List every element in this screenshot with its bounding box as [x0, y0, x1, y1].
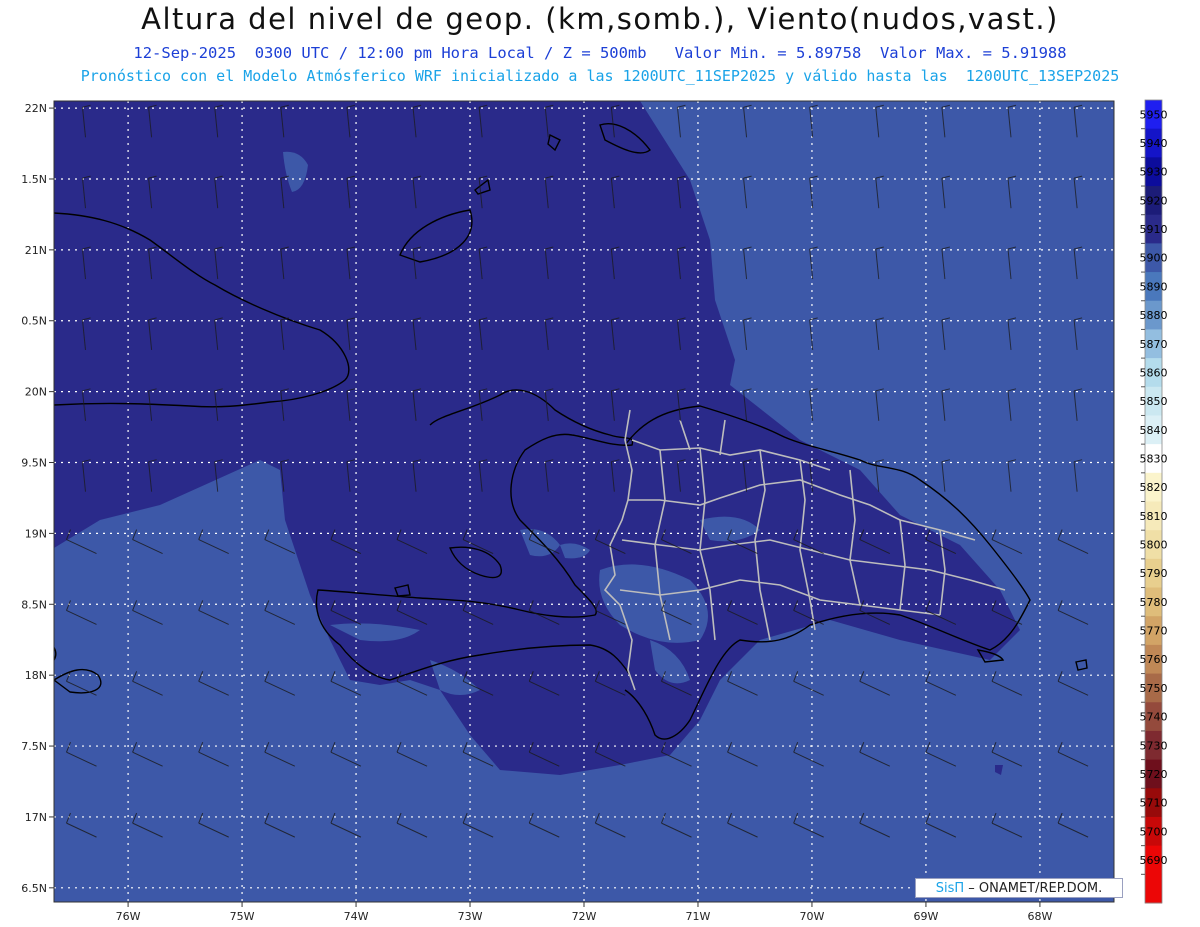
colorbar-label: 5770: [1140, 625, 1168, 638]
colorbar-label: 5930: [1140, 166, 1168, 179]
colorbar-label: 5900: [1140, 252, 1168, 265]
colorbar-label: 5690: [1140, 854, 1168, 867]
colorbar-label: 5950: [1140, 108, 1168, 121]
colorbar-label: 5850: [1140, 395, 1168, 408]
colorbar-label: 5800: [1140, 539, 1168, 552]
colorbar-label: 5840: [1140, 424, 1168, 437]
lat-tick-label: 9.5N: [21, 457, 47, 470]
colorbar-label: 5760: [1140, 653, 1168, 666]
lat-tick-label: 21N: [25, 244, 47, 257]
colorbar: 5950 5940 5930 5920 5910 5900 5890 5880 5870 5860…: [1140, 99, 1168, 904]
forecast-map: 76W 75W 74W 73W 72W 71W 70W 69W 68W 22N 1.5N 21N 0.5…: [21, 99, 1168, 923]
lon-tick-label: 73W: [458, 910, 483, 923]
colorbar-label: 5880: [1140, 309, 1168, 322]
colorbar-label: 5860: [1140, 366, 1168, 379]
colorbar-swatch: [1145, 874, 1162, 904]
colorbar-label: 5700: [1140, 825, 1168, 838]
colorbar-label: 5710: [1140, 797, 1168, 810]
colorbar-label: 5820: [1140, 481, 1168, 494]
colorbar-label: 5740: [1140, 711, 1168, 724]
lon-tick-label: 70W: [800, 910, 825, 923]
lon-tick-label: 71W: [686, 910, 711, 923]
lon-tick-label: 68W: [1027, 910, 1052, 923]
lat-tick-label: 19N: [25, 527, 47, 540]
lat-tick-label: 18N: [25, 669, 47, 682]
lat-tick-label: 7.5N: [21, 740, 47, 753]
colorbar-label: 5830: [1140, 452, 1168, 465]
lon-tick-label: 75W: [230, 910, 255, 923]
lon-tick-label: 72W: [572, 910, 597, 923]
sispi-logo: SisΠ: [935, 881, 965, 896]
colorbar-label: 5730: [1140, 739, 1168, 752]
colorbar-label: 5940: [1140, 137, 1168, 150]
credit-label: SisΠ – ONAMET/REP.DOM.: [915, 878, 1123, 898]
colorbar-label: 5790: [1140, 567, 1168, 580]
lon-tick-label: 74W: [344, 910, 369, 923]
colorbar-label: 5920: [1140, 194, 1168, 207]
colorbar-label: 5780: [1140, 596, 1168, 609]
lat-tick-label: 17N: [25, 811, 47, 824]
lat-tick-label: 6.5N: [21, 882, 47, 895]
lat-tick-label: 1.5N: [21, 173, 47, 186]
lat-tick-label: 22N: [25, 102, 47, 115]
colorbar-label: 5720: [1140, 768, 1168, 781]
lat-tick-label: 8.5N: [21, 598, 47, 611]
lat-tick-label: 0.5N: [21, 315, 47, 328]
lat-tick-label: 20N: [25, 386, 47, 399]
lon-tick-label: 76W: [116, 910, 141, 923]
colorbar-label: 5910: [1140, 223, 1168, 236]
colorbar-label: 5870: [1140, 338, 1168, 351]
lon-tick-label: 69W: [913, 910, 938, 923]
credit-text: – ONAMET/REP.DOM.: [964, 881, 1103, 896]
colorbar-label: 5750: [1140, 682, 1168, 695]
colorbar-label: 5890: [1140, 280, 1168, 293]
colorbar-label: 5810: [1140, 510, 1168, 523]
